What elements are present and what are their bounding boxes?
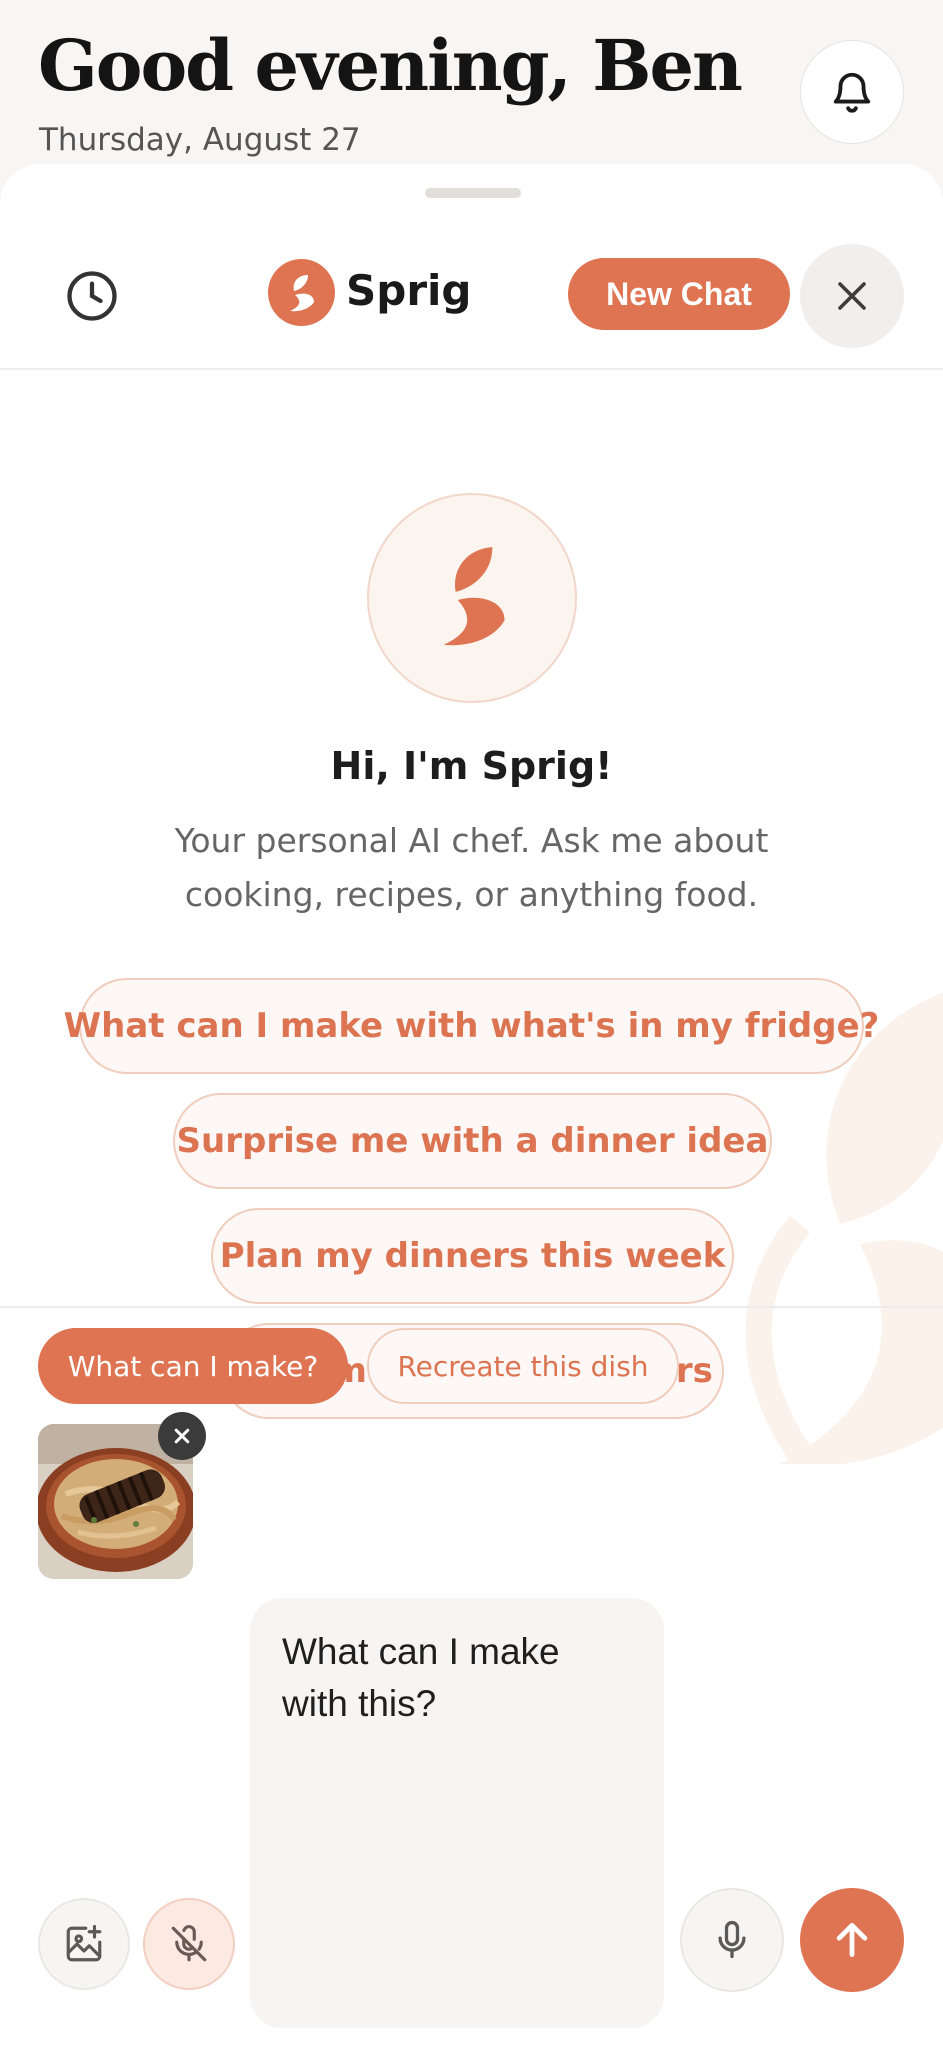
suggestion-plan-week[interactable]: Plan my dinners this week [211,1208,734,1304]
close-chat-button[interactable] [800,244,904,348]
clock-icon [67,271,117,321]
mic-off-icon [171,1925,207,1962]
home-header: Good evening, Ben Thursday, August 27 [0,0,943,175]
dictate-button[interactable] [680,1888,784,1992]
suggestion-surprise[interactable]: Surprise me with a dinner idea [173,1093,772,1189]
welcome-subtitle: Your personal AI chef. Ask me about cook… [174,821,769,914]
greeting-title: Good evening, Ben [38,24,743,107]
sprig-avatar [367,493,577,703]
message-input[interactable]: What can I make with this? [250,1598,664,2028]
chat-topbar: Sprig New Chat [0,224,943,370]
mic-icon [718,1920,746,1959]
composer-divider [0,1306,943,1308]
voice-mode-toggle[interactable] [143,1898,235,1990]
sprig-leaf-icon [289,274,314,311]
image-add-icon [66,1924,102,1962]
new-chat-button[interactable]: New Chat [568,258,790,330]
notifications-button[interactable] [800,40,904,144]
brand-name: Sprig [346,266,472,315]
sprig-logo [268,259,335,326]
chip-what-can-i-make[interactable]: What can I make? [38,1328,348,1404]
welcome-title: Hi, I'm Sprig! [330,744,613,788]
arrow-up-icon [836,1922,868,1958]
remove-attachment-button[interactable] [158,1412,206,1460]
close-icon [174,1428,190,1444]
history-button[interactable] [52,256,132,336]
sprig-leaf-icon [443,547,505,646]
send-button[interactable] [800,1888,904,1992]
chip-recreate-dish[interactable]: Recreate this dish [367,1328,679,1404]
suggestion-fridge[interactable]: What can I make with what's in my fridge… [64,978,879,1074]
close-icon [838,282,866,310]
sheet-drag-handle[interactable] [425,188,521,198]
add-image-button[interactable] [38,1898,130,1990]
bell-icon [833,72,871,113]
date-label: Thursday, August 27 [39,122,361,158]
